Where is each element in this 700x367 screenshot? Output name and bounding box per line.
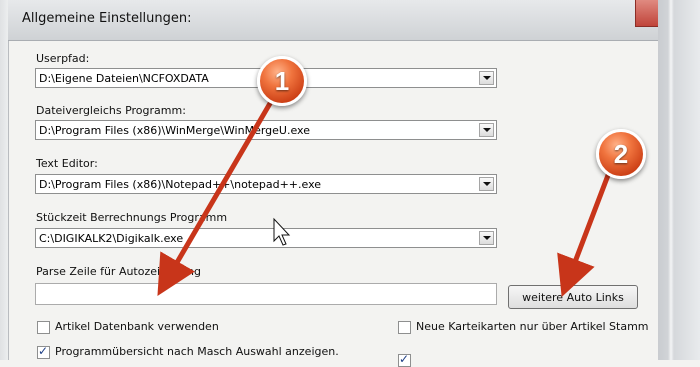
annotation-marker-1: 1 <box>257 56 307 106</box>
annotation-arrow-1 <box>157 97 275 296</box>
annotation-arrow-2 <box>557 167 613 298</box>
annotation-layer <box>157 97 613 298</box>
annotation-marker-2: 2 <box>596 129 646 179</box>
mouse-cursor-icon <box>273 217 291 246</box>
